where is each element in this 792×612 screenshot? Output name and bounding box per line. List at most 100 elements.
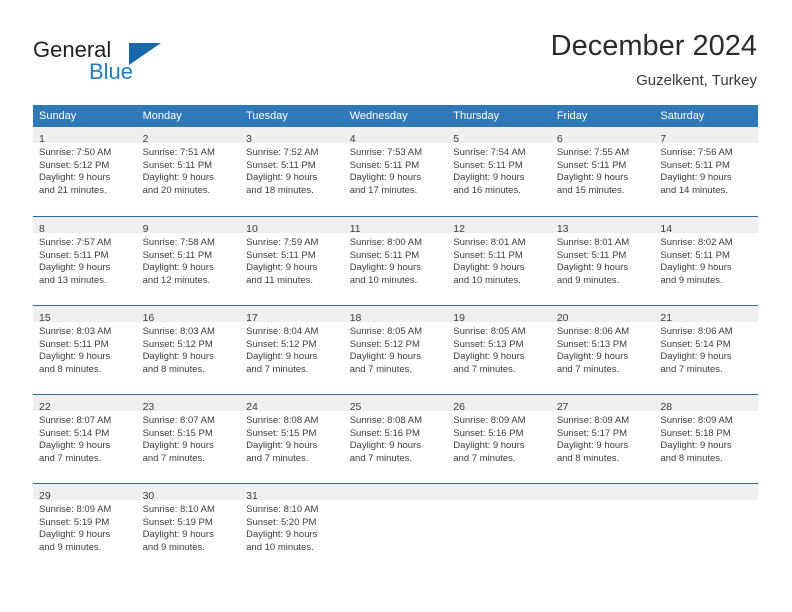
calendar-cell[interactable]: 2 Sunrise: 7:51 AM Sunset: 5:11 PM Daylight… (136, 127, 241, 216)
sunset-text: Sunset: 5:11 PM (142, 249, 213, 261)
calendar-cell[interactable]: 14 Sunrise: 8:02 AM Sunset: 5:11 PM Dayligh… (654, 216, 758, 305)
calendar-cell[interactable]: 20 Sunrise: 8:06 AM Sunset: 5:13 PM Dayligh… (550, 305, 655, 394)
daylight-text-line2: and 10 minutes. (246, 541, 314, 553)
calendar-cell (343, 483, 448, 572)
calendar-cell[interactable]: 16 Sunrise: 8:03 AM Sunset: 5:12 PM Dayligh… (136, 305, 241, 394)
day-number: 28 (660, 401, 673, 413)
page-header: General Blue December 2024 Guzelkent, Tu… (0, 0, 792, 100)
daylight-text-line1: Daylight: 9 hours (39, 172, 111, 184)
calendar-cell[interactable]: 23 Sunrise: 8:07 AM Sunset: 5:15 PM Dayligh… (136, 394, 241, 483)
sunrise-text: Sunrise: 7:51 AM (142, 147, 215, 158)
sunset-text: Sunset: 5:20 PM (246, 516, 317, 528)
calendar-cell[interactable]: 11 Sunrise: 8:00 AM Sunset: 5:11 PM Dayligh… (343, 216, 448, 305)
daylight-text-line2: and 8 minutes. (39, 363, 102, 375)
calendar-cell[interactable]: 15 Sunrise: 8:03 AM Sunset: 5:11 PM Dayligh… (33, 305, 137, 394)
day-number: 27 (556, 401, 569, 413)
daylight-text-line1: Daylight: 9 hours (556, 172, 629, 184)
daylight-text-line2: and 16 minutes. (453, 184, 521, 196)
calendar-cell[interactable]: 21 Sunrise: 8:06 AM Sunset: 5:14 PM Dayligh… (654, 305, 758, 394)
calendar-page: General Blue December 2024 Guzelkent, Tu… (0, 0, 792, 612)
calendar-cell[interactable]: 31 Sunrise: 8:10 AM Sunset: 5:20 PM Dayligh… (240, 483, 344, 572)
day-number: 8 (39, 223, 45, 235)
calendar-cell[interactable]: 12 Sunrise: 8:01 AM Sunset: 5:11 PM Dayligh… (447, 216, 551, 305)
calendar-cell[interactable]: 26 Sunrise: 8:09 AM Sunset: 5:16 PM Dayligh… (447, 394, 551, 483)
calendar-cell[interactable]: 25 Sunrise: 8:08 AM Sunset: 5:16 PM Dayligh… (343, 394, 448, 483)
calendar-cell[interactable]: 19 Sunrise: 8:05 AM Sunset: 5:13 PM Dayligh… (447, 305, 551, 394)
calendar-cell[interactable]: 27 Sunrise: 8:09 AM Sunset: 5:17 PM Dayligh… (550, 394, 655, 483)
calendar-cell[interactable]: 17 Sunrise: 8:04 AM Sunset: 5:12 PM Dayligh… (240, 305, 344, 394)
daylight-text-line2: and 7 minutes. (39, 452, 102, 464)
daylight-text-line1: Daylight: 9 hours (660, 262, 732, 274)
sunset-text: Sunset: 5:16 PM (453, 427, 524, 439)
day-number: 20 (556, 312, 569, 324)
day-number: 19 (453, 312, 465, 324)
calendar-cell[interactable]: 30 Sunrise: 8:10 AM Sunset: 5:19 PM Dayligh… (136, 483, 241, 572)
sunset-text: Sunset: 5:11 PM (246, 249, 316, 261)
daylight-text-line1: Daylight: 9 hours (660, 440, 732, 452)
day-number: 4 (349, 133, 356, 145)
title-block: December 2024 Guzelkent, Turkey (551, 28, 757, 92)
sunset-text: Sunset: 5:12 PM (39, 159, 110, 171)
sunrise-text: Sunrise: 8:05 AM (453, 326, 526, 337)
calendar-cell[interactable]: 7 Sunrise: 7:56 AM Sunset: 5:11 PM Daylight… (654, 127, 758, 216)
calendar-cell[interactable]: 18 Sunrise: 8:05 AM Sunset: 5:12 PM Dayligh… (343, 305, 448, 394)
daylight-text-line1: Daylight: 9 hours (556, 440, 629, 452)
sunrise-text: Sunrise: 8:09 AM (39, 504, 112, 515)
sunset-text: Sunset: 5:11 PM (453, 249, 523, 261)
sunset-text: Sunset: 5:11 PM (39, 338, 109, 350)
sunrise-text: Sunrise: 7:57 AM (39, 237, 112, 248)
general-blue-logo[interactable]: General Blue (33, 37, 233, 89)
daylight-text-line1: Daylight: 9 hours (349, 172, 421, 184)
sunset-text: Sunset: 5:15 PM (142, 427, 213, 439)
daylight-text-line1: Daylight: 9 hours (142, 351, 214, 363)
sunset-text: Sunset: 5:11 PM (39, 249, 109, 261)
daylight-text-line2: and 9 minutes. (660, 274, 723, 286)
calendar-cell[interactable]: 9 Sunrise: 7:58 AM Sunset: 5:11 PM Daylight… (136, 216, 241, 305)
calendar-cell[interactable]: 3 Sunrise: 7:52 AM Sunset: 5:11 PM Daylight… (240, 127, 344, 216)
calendar-cell[interactable]: 6 Sunrise: 7:55 AM Sunset: 5:11 PM Daylight… (550, 127, 655, 216)
sunset-text: Sunset: 5:16 PM (349, 427, 420, 439)
calendar-cell[interactable]: 13 Sunrise: 8:01 AM Sunset: 5:11 PM Dayligh… (550, 216, 655, 305)
day-number: 7 (660, 133, 667, 145)
calendar-cell[interactable]: 1 Sunrise: 7:50 AM Sunset: 5:12 PM Daylight… (33, 127, 137, 216)
calendar-cell[interactable]: 28 Sunrise: 8:09 AM Sunset: 5:18 PM Dayligh… (654, 394, 758, 483)
day-number: 29 (39, 490, 51, 502)
sunrise-text: Sunrise: 8:05 AM (349, 326, 423, 337)
calendar-cell[interactable]: 24 Sunrise: 8:08 AM Sunset: 5:15 PM Dayligh… (240, 394, 344, 483)
sunrise-text: Sunrise: 7:56 AM (660, 147, 733, 158)
calendar-week-row: 1 Sunrise: 7:50 AM Sunset: 5:12 PM Daylight… (33, 127, 758, 216)
daylight-text-line2: and 18 minutes. (246, 184, 314, 196)
daylight-text-line1: Daylight: 9 hours (453, 262, 525, 274)
calendar-cell[interactable]: 4 Sunrise: 7:53 AM Sunset: 5:11 PM Daylight… (343, 127, 448, 216)
calendar-cell[interactable]: 8 Sunrise: 7:57 AM Sunset: 5:11 PM Daylight… (33, 216, 137, 305)
sunset-text: Sunset: 5:19 PM (39, 516, 110, 528)
weekday-header-thursday: Thursday (447, 105, 551, 127)
sunrise-text: Sunrise: 8:06 AM (660, 326, 733, 337)
weekday-header-sunday: Sunday (33, 105, 137, 127)
daylight-text-line2: and 9 minutes. (39, 541, 102, 553)
calendar-cell[interactable]: 5 Sunrise: 7:54 AM Sunset: 5:11 PM Daylight… (447, 127, 551, 216)
sunset-text: Sunset: 5:11 PM (660, 159, 730, 171)
daylight-text-line2: and 13 minutes. (39, 274, 107, 286)
day-number: 22 (39, 401, 51, 413)
calendar-cell[interactable]: 22 Sunrise: 8:07 AM Sunset: 5:14 PM Dayligh… (33, 394, 137, 483)
day-number: 5 (453, 133, 460, 145)
sunrise-text: Sunrise: 8:07 AM (39, 415, 112, 426)
daylight-text-line2: and 10 minutes. (349, 274, 418, 286)
daylight-text-line2: and 7 minutes. (453, 363, 516, 375)
daylight-text-line2: and 7 minutes. (660, 363, 723, 375)
daylight-text-line1: Daylight: 9 hours (660, 172, 732, 184)
sunset-text: Sunset: 5:19 PM (142, 516, 213, 528)
sunrise-text: Sunrise: 7:55 AM (556, 147, 630, 158)
sunset-text: Sunset: 5:17 PM (556, 427, 628, 439)
day-number: 26 (453, 401, 465, 413)
daylight-text-line2: and 7 minutes. (142, 452, 205, 464)
daylight-text-line1: Daylight: 9 hours (556, 262, 629, 274)
sunrise-text: Sunrise: 8:07 AM (142, 415, 215, 426)
sunset-text: Sunset: 5:11 PM (556, 159, 627, 171)
daylight-text-line1: Daylight: 9 hours (246, 262, 318, 274)
sunrise-text: Sunrise: 8:02 AM (660, 237, 733, 248)
calendar-cell[interactable]: 29 Sunrise: 8:09 AM Sunset: 5:19 PM Dayligh… (33, 483, 137, 572)
day-number: 10 (246, 223, 258, 235)
calendar-cell[interactable]: 10 Sunrise: 7:59 AM Sunset: 5:11 PM Dayligh… (240, 216, 344, 305)
